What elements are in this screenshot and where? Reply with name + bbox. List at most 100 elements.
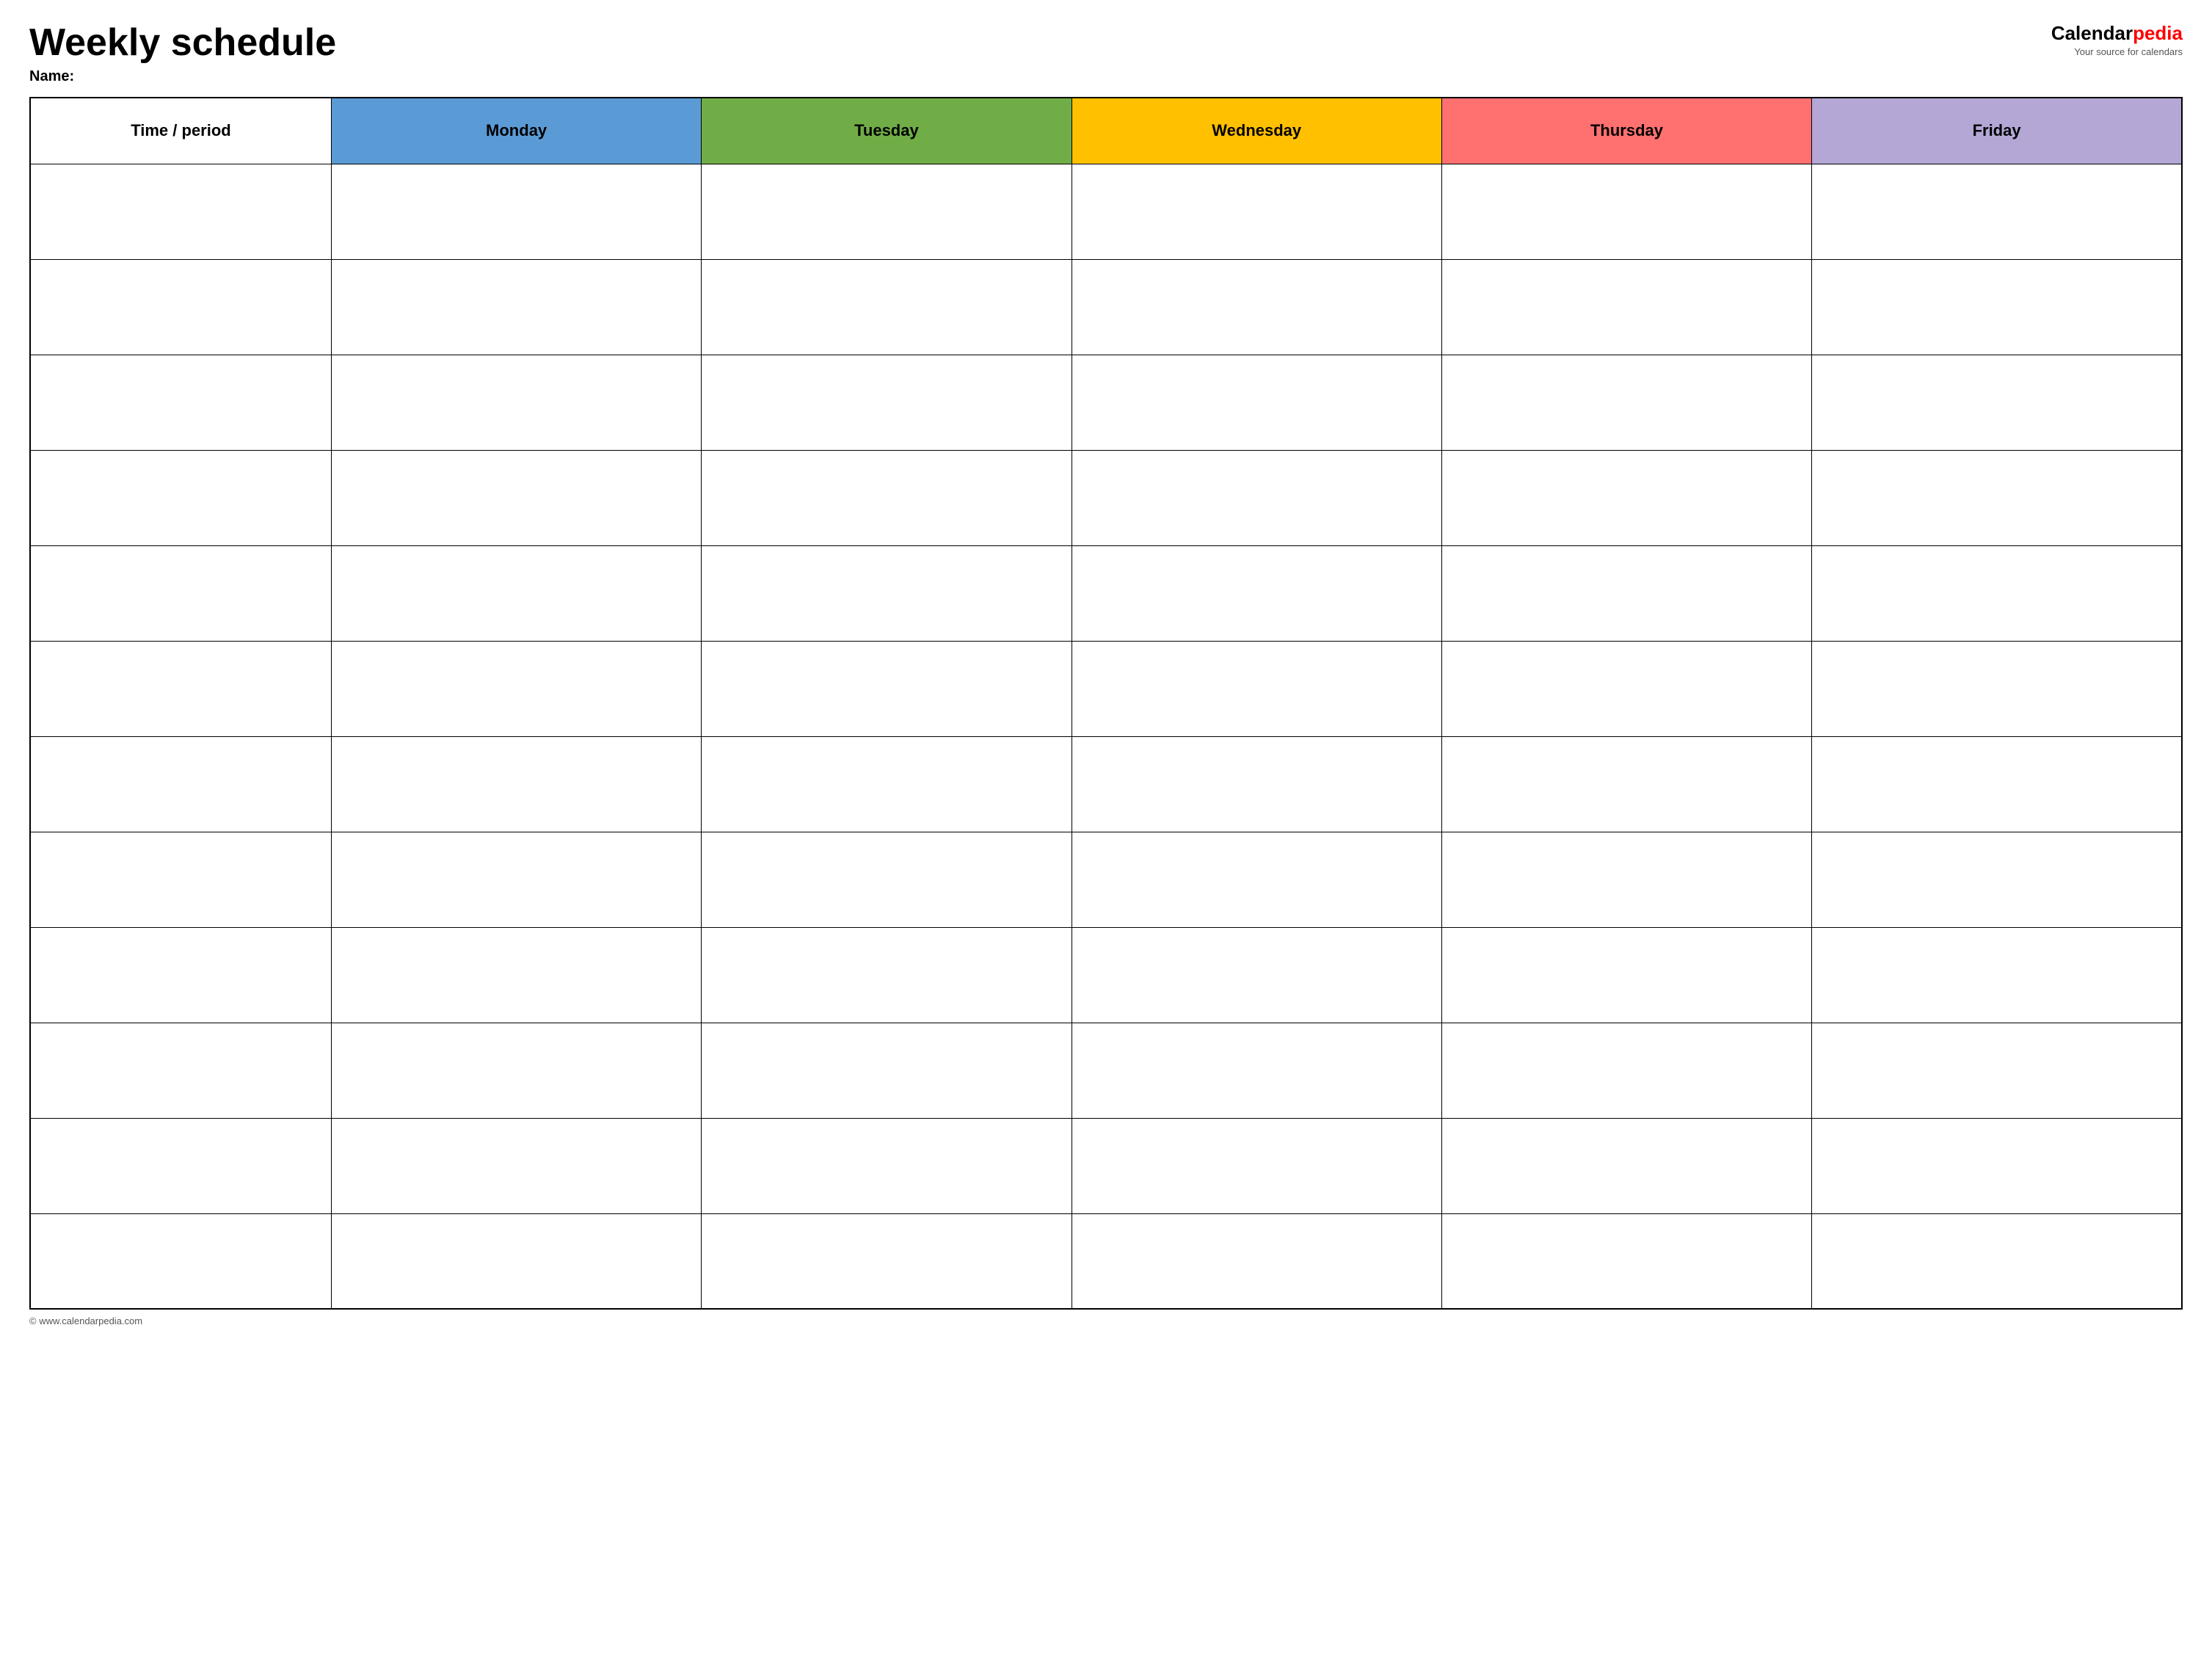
schedule-cell[interactable] — [1441, 355, 1811, 450]
logo-tagline: Your source for calendars — [2051, 46, 2183, 57]
schedule-cell[interactable] — [1072, 1023, 1441, 1118]
schedule-cell[interactable] — [1441, 259, 1811, 355]
schedule-cell[interactable] — [702, 164, 1072, 259]
time-cell[interactable] — [30, 1023, 331, 1118]
time-cell[interactable] — [30, 1118, 331, 1213]
schedule-cell[interactable] — [1812, 1023, 2182, 1118]
schedule-cell[interactable] — [1072, 259, 1441, 355]
schedule-cell[interactable] — [1072, 832, 1441, 927]
time-cell[interactable] — [30, 832, 331, 927]
schedule-cell[interactable] — [1441, 832, 1811, 927]
time-cell[interactable] — [30, 355, 331, 450]
logo-pedia: pedia — [2133, 22, 2183, 44]
schedule-cell[interactable] — [1072, 450, 1441, 545]
schedule-cell[interactable] — [331, 355, 701, 450]
schedule-cell[interactable] — [702, 545, 1072, 641]
schedule-cell[interactable] — [702, 450, 1072, 545]
logo-area: Calendarpedia Your source for calendars — [2051, 22, 2183, 57]
schedule-cell[interactable] — [702, 1118, 1072, 1213]
schedule-cell[interactable] — [1812, 259, 2182, 355]
table-row — [30, 1213, 2182, 1309]
table-row — [30, 641, 2182, 736]
schedule-cell[interactable] — [1072, 736, 1441, 832]
page-title: Weekly schedule — [29, 22, 2037, 64]
schedule-cell[interactable] — [1441, 545, 1811, 641]
schedule-cell[interactable] — [1812, 736, 2182, 832]
col-header-tuesday: Tuesday — [702, 98, 1072, 164]
footer-url: © www.calendarpedia.com — [29, 1315, 142, 1326]
schedule-cell[interactable] — [1441, 641, 1811, 736]
time-cell[interactable] — [30, 641, 331, 736]
schedule-cell[interactable] — [331, 1213, 701, 1309]
schedule-cell[interactable] — [1441, 927, 1811, 1023]
schedule-cell[interactable] — [331, 736, 701, 832]
schedule-cell[interactable] — [1441, 1118, 1811, 1213]
schedule-cell[interactable] — [702, 1213, 1072, 1309]
table-row — [30, 736, 2182, 832]
col-header-time: Time / period — [30, 98, 331, 164]
schedule-cell[interactable] — [331, 641, 701, 736]
schedule-cell[interactable] — [1812, 164, 2182, 259]
table-row — [30, 1118, 2182, 1213]
header: Weekly schedule Name: Calendarpedia Your… — [29, 22, 2183, 85]
schedule-cell[interactable] — [1072, 355, 1441, 450]
time-cell[interactable] — [30, 164, 331, 259]
col-header-friday: Friday — [1812, 98, 2182, 164]
schedule-cell[interactable] — [1072, 641, 1441, 736]
time-cell[interactable] — [30, 736, 331, 832]
schedule-cell[interactable] — [331, 1118, 701, 1213]
schedule-cell[interactable] — [331, 450, 701, 545]
schedule-cell[interactable] — [1072, 545, 1441, 641]
schedule-cell[interactable] — [702, 355, 1072, 450]
schedule-cell[interactable] — [1072, 1213, 1441, 1309]
schedule-cell[interactable] — [1441, 450, 1811, 545]
schedule-cell[interactable] — [1812, 545, 2182, 641]
schedule-cell[interactable] — [331, 259, 701, 355]
schedule-cell[interactable] — [331, 1023, 701, 1118]
schedule-cell[interactable] — [1812, 1213, 2182, 1309]
footer: © www.calendarpedia.com — [29, 1315, 2183, 1326]
schedule-cell[interactable] — [1812, 450, 2182, 545]
table-row — [30, 545, 2182, 641]
schedule-cell[interactable] — [702, 1023, 1072, 1118]
schedule-cell[interactable] — [1812, 927, 2182, 1023]
table-row — [30, 1023, 2182, 1118]
schedule-cell[interactable] — [1812, 1118, 2182, 1213]
time-cell[interactable] — [30, 927, 331, 1023]
col-header-wednesday: Wednesday — [1072, 98, 1441, 164]
schedule-cell[interactable] — [702, 641, 1072, 736]
name-label: Name: — [29, 68, 2037, 85]
header-row: Time / period Monday Tuesday Wednesday T… — [30, 98, 2182, 164]
col-header-thursday: Thursday — [1441, 98, 1811, 164]
schedule-cell[interactable] — [1812, 641, 2182, 736]
schedule-cell[interactable] — [1072, 1118, 1441, 1213]
logo-text: Calendarpedia — [2051, 22, 2183, 45]
table-row — [30, 832, 2182, 927]
schedule-cell[interactable] — [702, 736, 1072, 832]
table-row — [30, 927, 2182, 1023]
schedule-cell[interactable] — [702, 927, 1072, 1023]
schedule-cell[interactable] — [1441, 1023, 1811, 1118]
schedule-cell[interactable] — [1812, 832, 2182, 927]
schedule-cell[interactable] — [1441, 164, 1811, 259]
table-row — [30, 259, 2182, 355]
schedule-cell[interactable] — [1072, 927, 1441, 1023]
schedule-cell[interactable] — [331, 832, 701, 927]
schedule-cell[interactable] — [1072, 164, 1441, 259]
schedule-cell[interactable] — [331, 164, 701, 259]
schedule-cell[interactable] — [702, 259, 1072, 355]
schedule-cell[interactable] — [331, 927, 701, 1023]
time-cell[interactable] — [30, 450, 331, 545]
time-cell[interactable] — [30, 1213, 331, 1309]
schedule-cell[interactable] — [1441, 736, 1811, 832]
logo-calendar: Calendar — [2051, 22, 2133, 44]
time-cell[interactable] — [30, 259, 331, 355]
schedule-cell[interactable] — [1812, 355, 2182, 450]
table-row — [30, 164, 2182, 259]
schedule-cell[interactable] — [331, 545, 701, 641]
table-row — [30, 355, 2182, 450]
table-row — [30, 450, 2182, 545]
schedule-cell[interactable] — [702, 832, 1072, 927]
time-cell[interactable] — [30, 545, 331, 641]
schedule-cell[interactable] — [1441, 1213, 1811, 1309]
